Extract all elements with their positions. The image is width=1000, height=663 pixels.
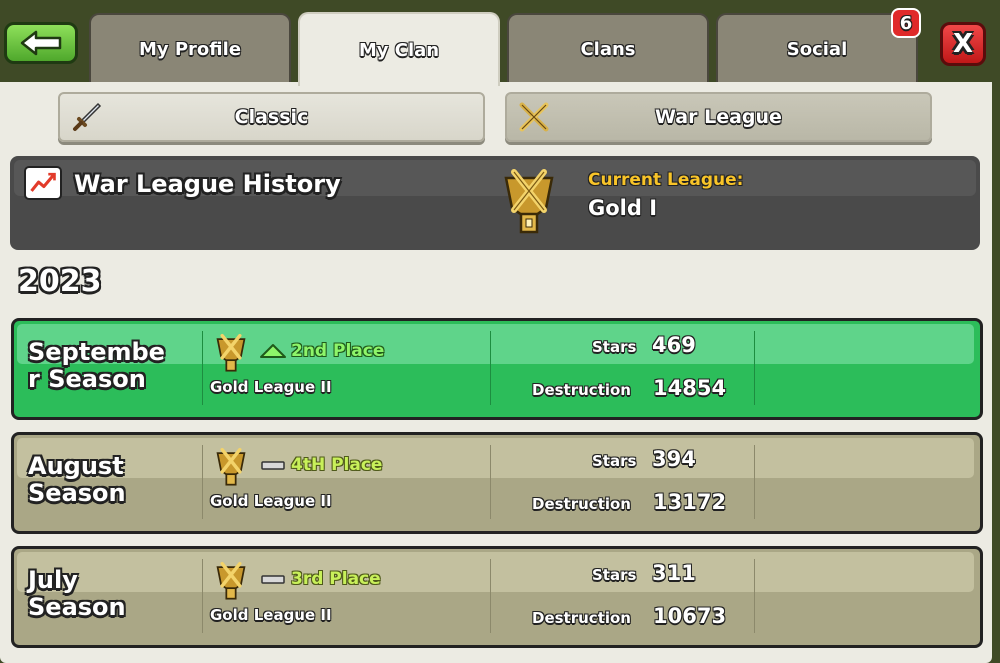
back-button[interactable] <box>4 22 78 64</box>
subtab-classic[interactable]: Classic <box>58 92 485 142</box>
main-panel: Classic War League War League History Cu… <box>0 82 992 663</box>
gold-league-trophy-icon <box>216 333 246 372</box>
season-name: August Season <box>28 452 126 507</box>
stars-value: 469 <box>652 333 696 357</box>
current-league-label: Current League: <box>588 170 744 190</box>
gold-league-trophy-icon <box>216 561 246 600</box>
destruction-value: 14854 <box>653 376 727 400</box>
tab-social[interactable]: Social <box>716 13 918 83</box>
subtab-war-league[interactable]: War League <box>505 92 932 142</box>
season-league: Gold League II <box>210 378 332 396</box>
destruction-value: 10673 <box>653 604 727 628</box>
season-name: Septembe r Season <box>28 338 165 393</box>
close-button[interactable]: X <box>940 22 986 66</box>
year-heading: 2023 <box>18 264 102 299</box>
crossed-swords-icon <box>519 102 549 132</box>
destruction-label: Destruction <box>532 609 631 627</box>
season-place: 2nd Place <box>291 341 385 361</box>
stars-value: 311 <box>652 561 696 585</box>
history-title: War League History <box>74 170 341 198</box>
season-league: Gold League II <box>210 606 332 624</box>
war-league-history-header: War League History Current League: Gold … <box>10 156 980 250</box>
tab-clans[interactable]: Clans <box>507 13 709 83</box>
subtab-classic-label: Classic <box>234 106 309 128</box>
rank-unchanged-icon <box>261 461 285 470</box>
season-league: Gold League II <box>210 492 332 510</box>
destruction-value: 13172 <box>653 490 727 514</box>
tab-my-clan[interactable]: My Clan <box>298 12 500 86</box>
destruction-label: Destruction <box>532 495 631 513</box>
tab-my-profile[interactable]: My Profile <box>89 13 291 83</box>
rank-up-icon <box>260 344 286 358</box>
arrow-left-icon <box>20 30 62 56</box>
season-place: 4tH Place <box>291 455 383 475</box>
current-league-value: Gold I <box>588 196 658 220</box>
gold-league-trophy-icon <box>216 447 246 486</box>
stars-label: Stars <box>592 452 637 470</box>
notification-badge: 6 <box>891 8 921 38</box>
subtab-war-league-label: War League <box>655 106 782 128</box>
stars-value: 394 <box>652 447 696 471</box>
rank-unchanged-icon <box>261 575 285 584</box>
season-name: July Season <box>28 566 126 621</box>
season-card-september[interactable]: Septembe r Season 2nd Place Gold League … <box>11 318 983 420</box>
season-card-august[interactable]: August Season 4tH Place Gold League II S… <box>11 432 983 534</box>
destruction-label: Destruction <box>532 381 631 399</box>
season-card-july[interactable]: July Season 3rd Place Gold League II Sta… <box>11 546 983 648</box>
chart-icon <box>24 166 62 200</box>
stars-label: Stars <box>592 338 637 356</box>
stars-label: Stars <box>592 566 637 584</box>
sword-icon <box>73 102 102 131</box>
season-place: 3rd Place <box>291 569 381 589</box>
gold-league-trophy-icon <box>504 169 554 234</box>
